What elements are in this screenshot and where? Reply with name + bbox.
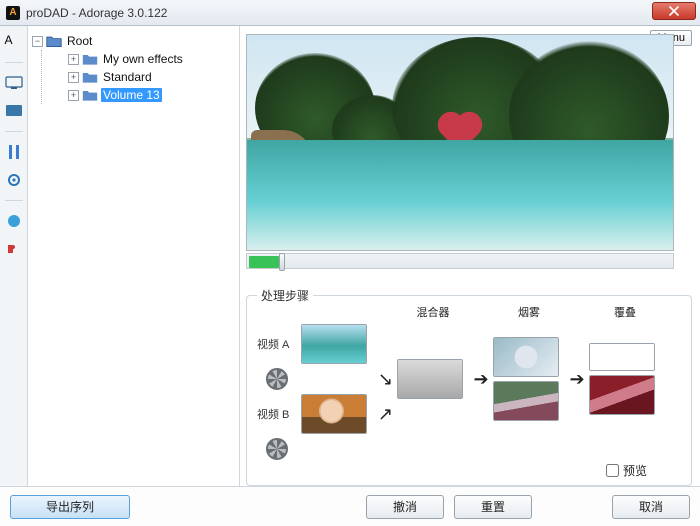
window-titlebar: A proDAD - Adorage 3.0.122 [0, 0, 700, 26]
reset-button[interactable]: 重置 [454, 495, 532, 519]
tree-item-label: Standard [101, 70, 154, 84]
folder-icon [82, 70, 98, 84]
heart-overlay-icon [442, 115, 479, 152]
arrow-icon: ↘ [378, 369, 393, 390]
puzzle-icon [6, 241, 22, 257]
toolbar-gear-button[interactable] [4, 170, 24, 190]
tree-item-my-effects[interactable]: + My own effects [50, 50, 235, 68]
tree-item-label: Volume 13 [101, 88, 162, 102]
thumb-video-a[interactable] [301, 324, 367, 364]
toolbar-logo-button[interactable]: A [4, 32, 24, 52]
right-pane: Menu 处理步骤 混合器 烟雾 覆叠 [240, 26, 700, 486]
app-icon: A [6, 6, 20, 20]
toolbar-screen-button[interactable] [4, 101, 24, 121]
expander-icon[interactable]: + [68, 90, 79, 101]
tree-pane: − Root + My own effects + Standard + [28, 26, 240, 486]
row-video-b-label: 视频 B [257, 406, 297, 422]
filmreel-b-icon [266, 438, 288, 460]
filmreel-a-icon [266, 368, 288, 390]
window-close-button[interactable] [652, 2, 696, 20]
gear-icon [6, 172, 22, 188]
folder-icon [46, 34, 62, 48]
tree-root-label: Root [65, 34, 94, 48]
expander-icon[interactable]: + [68, 54, 79, 65]
footer-bar: 导出序列 撤消 重置 取消 [0, 486, 700, 526]
tree-item-label: My own effects [101, 52, 185, 66]
vertical-toolbar: A [0, 26, 28, 486]
processing-steps-group: 处理步骤 混合器 烟雾 覆叠 视频 A ➔ ➔ [246, 295, 692, 486]
expander-icon[interactable]: + [68, 72, 79, 83]
thumb-mixer[interactable] [397, 359, 463, 399]
tree-item-standard[interactable]: + Standard [50, 68, 235, 86]
tree-root[interactable]: − Root [32, 32, 235, 50]
adorage-icon: A [5, 33, 23, 51]
sliders-icon [6, 144, 22, 160]
folder-icon [82, 88, 98, 102]
export-sequence-button[interactable]: 导出序列 [10, 495, 130, 519]
col-overlay-label: 覆叠 [589, 304, 661, 320]
preview-checkbox[interactable] [606, 464, 619, 477]
undo-button[interactable]: 撤消 [366, 495, 444, 519]
thumb-smoke-result[interactable] [493, 381, 559, 421]
col-smoke-label: 烟雾 [493, 304, 565, 320]
tree-item-volume13[interactable]: + Volume 13 [50, 86, 235, 104]
arrow-icon: ➔ [569, 369, 585, 390]
video-preview[interactable] [246, 34, 674, 251]
toolbar-globe-button[interactable] [4, 211, 24, 231]
arrow-icon: ↗ [378, 404, 393, 425]
close-icon [669, 6, 679, 16]
row-video-a-label: 视频 A [257, 336, 297, 352]
thumb-overlay-preset[interactable] [589, 343, 655, 371]
preview-checkbox-label: 预览 [623, 462, 647, 479]
effect-tree[interactable]: − Root + My own effects + Standard + [28, 26, 239, 486]
monitor-icon [5, 76, 23, 90]
col-mixer-label: 混合器 [397, 304, 469, 320]
cancel-button[interactable]: 取消 [612, 495, 690, 519]
globe-icon [6, 213, 22, 229]
screen-icon [5, 104, 23, 118]
folder-icon [82, 52, 98, 66]
thumb-video-b[interactable] [301, 394, 367, 434]
toolbar-monitor-button[interactable] [4, 73, 24, 93]
thumb-smoke-preset[interactable] [493, 337, 559, 377]
timeline-scrubber[interactable] [246, 253, 674, 269]
timeline-handle[interactable] [279, 253, 285, 271]
expander-icon[interactable]: − [32, 36, 43, 47]
window-title: proDAD - Adorage 3.0.122 [26, 6, 167, 20]
steps-legend: 处理步骤 [257, 287, 313, 304]
thumb-overlay-result[interactable] [589, 375, 655, 415]
toolbar-sliders-button[interactable] [4, 142, 24, 162]
arrow-icon: ➔ [473, 369, 489, 390]
toolbar-puzzle-button[interactable] [4, 239, 24, 259]
